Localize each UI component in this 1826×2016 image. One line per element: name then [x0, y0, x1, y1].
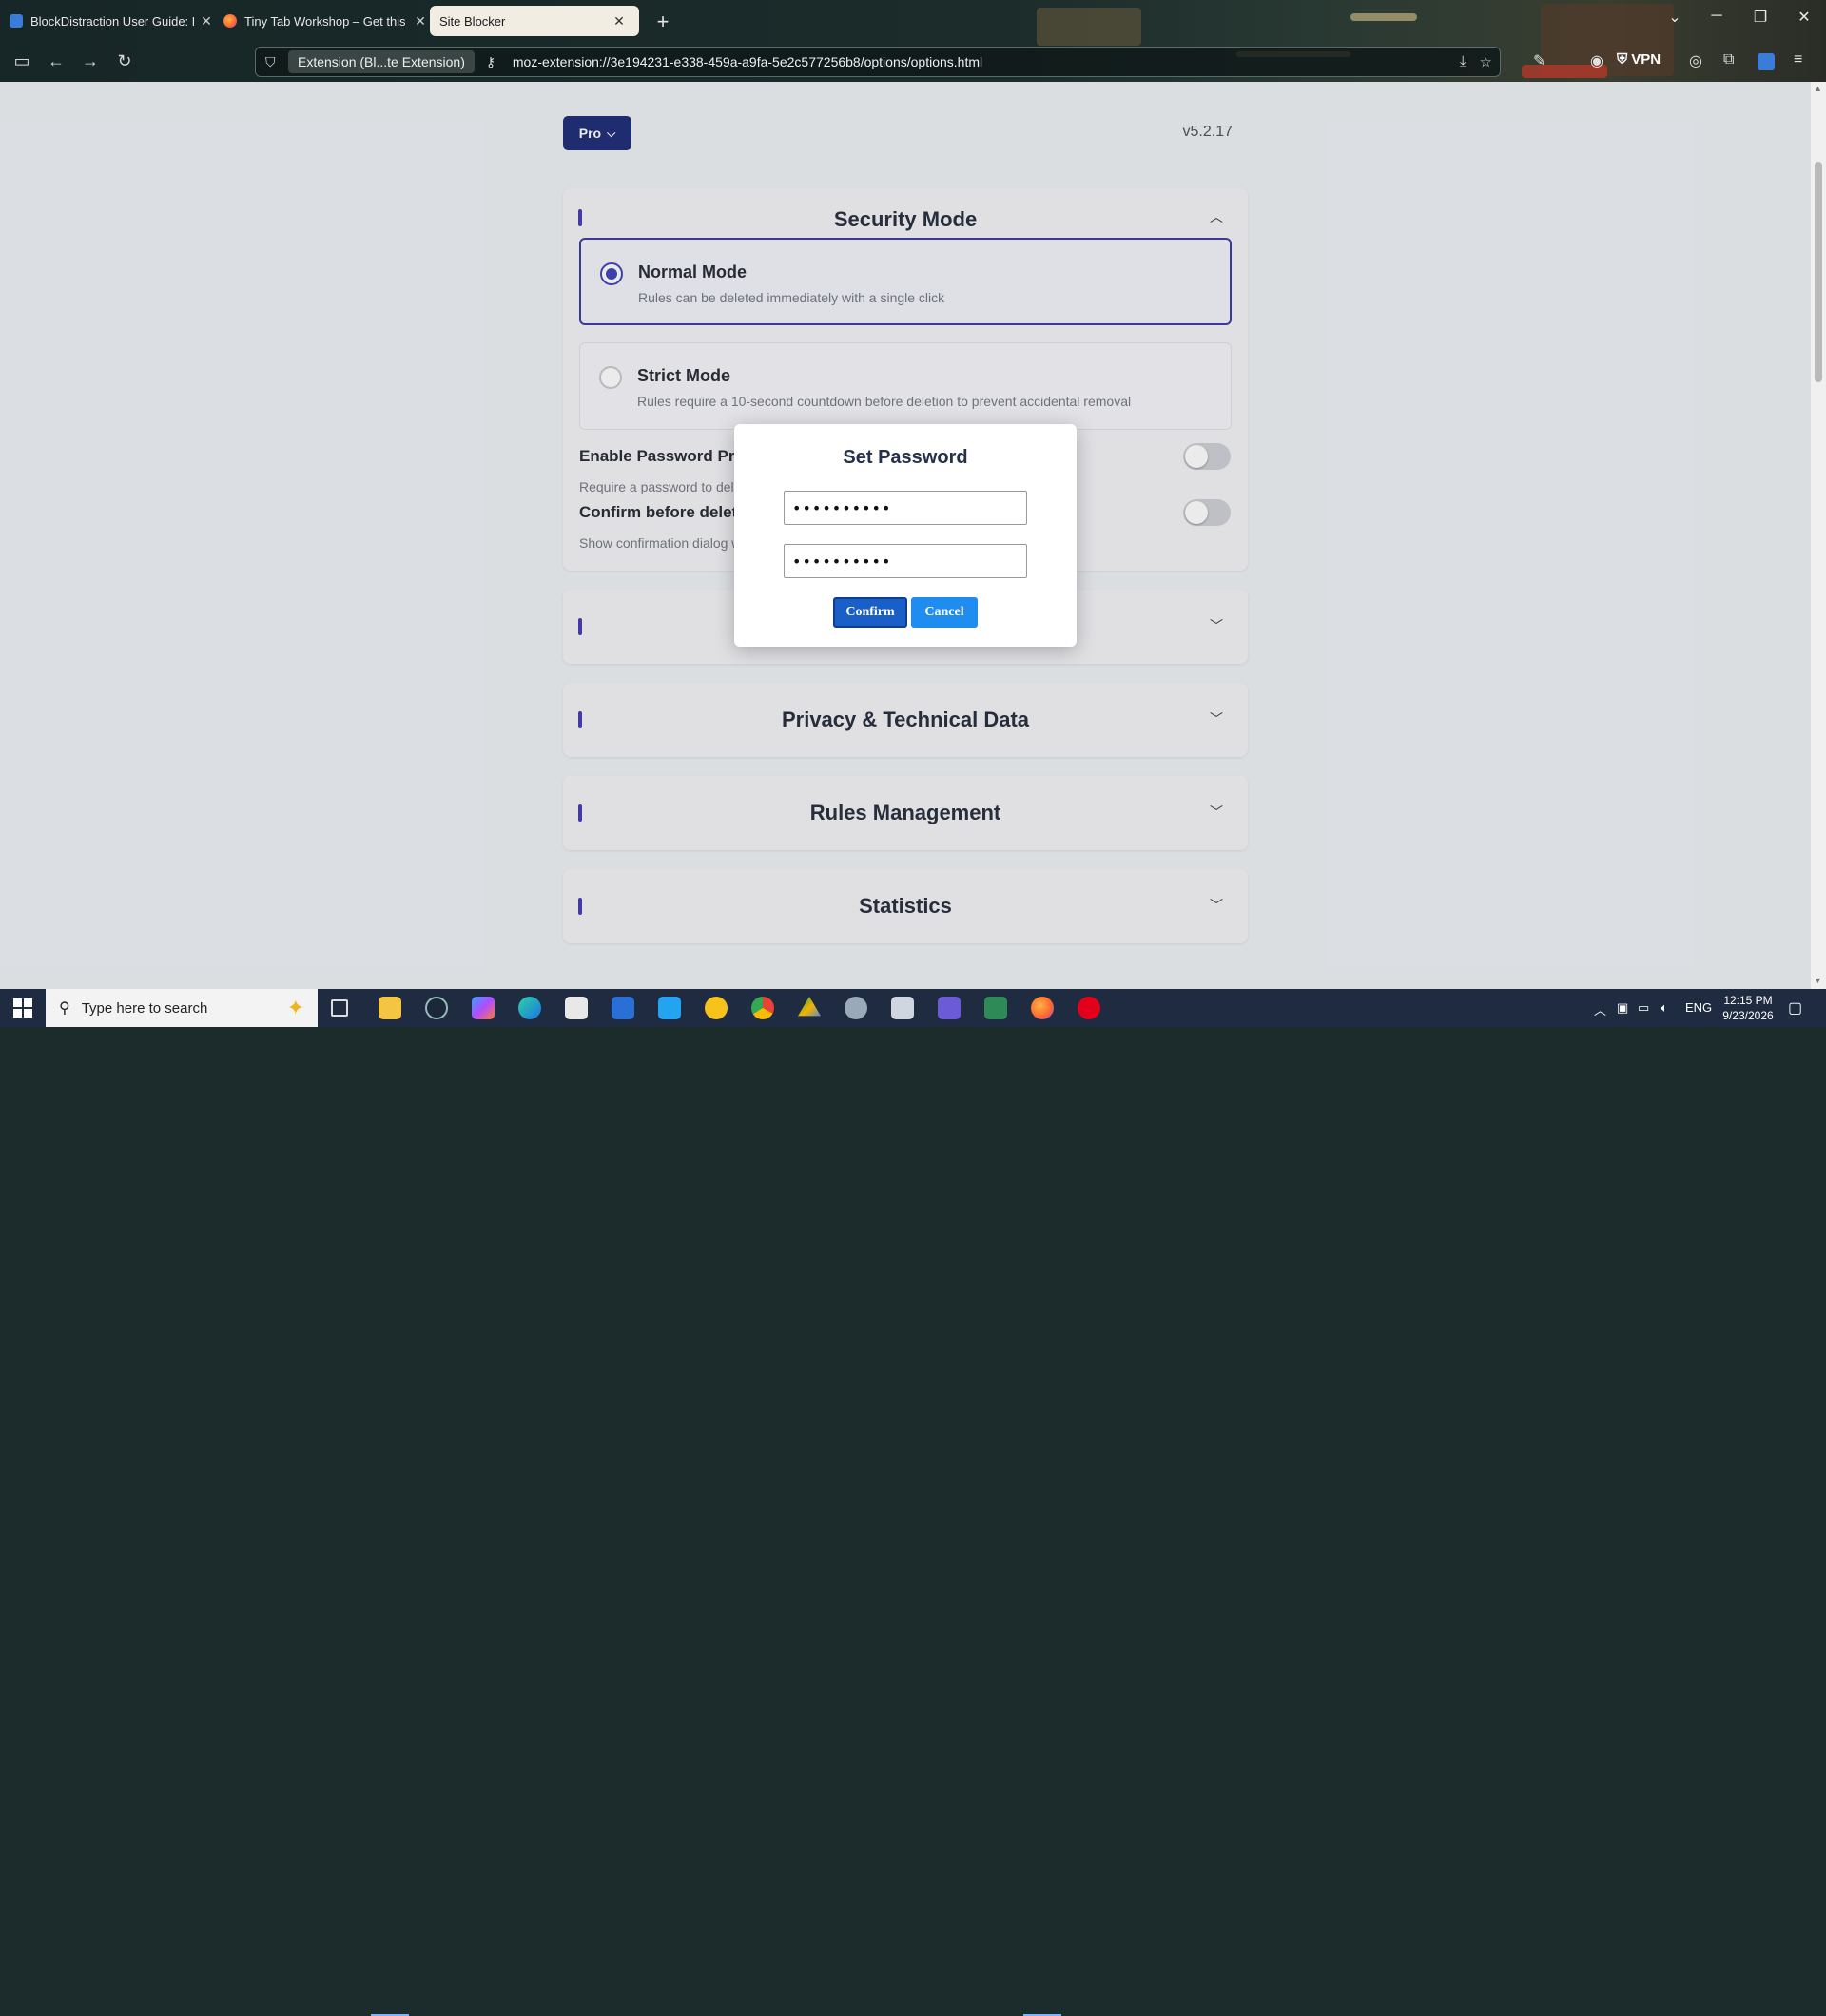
- minimize-icon[interactable]: ─: [1702, 8, 1731, 25]
- password-field[interactable]: ••••••••••: [784, 491, 1027, 525]
- meet-now-icon[interactable]: ▣: [1617, 1000, 1628, 1016]
- new-tab-icon[interactable]: +: [651, 10, 674, 34]
- set-password-dialog: Set Password •••••••••• •••••••••• Confi…: [734, 424, 1077, 647]
- browser-chrome: BlockDistraction User Guide: Ru ✕ Tiny T…: [0, 0, 1826, 82]
- file-explorer-icon[interactable]: [379, 997, 401, 1019]
- volume-icon[interactable]: 🔈︎: [1661, 1000, 1668, 1016]
- tab-blockdistraction-guide[interactable]: BlockDistraction User Guide: Ru ✕: [0, 6, 224, 36]
- chrome-icon[interactable]: [751, 997, 774, 1019]
- steam-icon[interactable]: [425, 997, 448, 1019]
- tools-icon[interactable]: ✎: [1533, 51, 1545, 70]
- firefox-icon[interactable]: [1031, 997, 1054, 1019]
- tab-strip: BlockDistraction User Guide: Ru ✕ Tiny T…: [0, 0, 1826, 41]
- download-icon[interactable]: ⤓: [1460, 53, 1467, 70]
- network-icon[interactable]: ▭: [1638, 1000, 1649, 1016]
- blockdistraction-icon[interactable]: [1758, 53, 1775, 70]
- restore-icon[interactable]: ❐: [1746, 8, 1775, 27]
- vpn-label: VPN: [1631, 51, 1661, 68]
- extensions-puzzle-icon[interactable]: ⧉: [1723, 51, 1734, 68]
- start-tile: [13, 1009, 22, 1018]
- language-indicator[interactable]: ENG: [1685, 1000, 1712, 1015]
- account-icon[interactable]: ◎: [1689, 51, 1702, 70]
- start-tile: [24, 1009, 32, 1018]
- windows-start-icon[interactable]: [13, 998, 32, 1018]
- confirm-password-field[interactable]: ••••••••••: [784, 544, 1027, 578]
- bookmark-star-icon[interactable]: ☆: [1480, 53, 1492, 70]
- tab-site-blocker[interactable]: Site Blocker ✕: [430, 6, 639, 36]
- windows-taskbar: ⚲ Type here to search ✦ ︿ ▣ ▭ 🔈︎ ENG 12:…: [0, 989, 1826, 2016]
- mail-icon[interactable]: [612, 997, 634, 1019]
- key-icon[interactable]: ⚷: [486, 54, 503, 70]
- tab-title: Tiny Tab Workshop – Get this Th: [244, 13, 408, 29]
- tray-chevron-up-icon[interactable]: ︿: [1594, 1000, 1606, 1018]
- taskbar-clock[interactable]: 12:15 PM 9/23/2026: [1712, 993, 1784, 1023]
- extension-mascot-icon[interactable]: ◉: [1590, 51, 1603, 70]
- tab-tiny-tab-workshop[interactable]: Tiny Tab Workshop – Get this Th ✕: [214, 6, 438, 36]
- search-placeholder: Type here to search: [81, 999, 208, 1017]
- notifications-icon[interactable]: ▢: [1788, 998, 1802, 1018]
- blockdistraction-icon: [10, 14, 23, 28]
- scroll-down-icon[interactable]: ▼: [1814, 976, 1822, 985]
- clock-time: 12:15 PM: [1723, 994, 1773, 1007]
- menu-hamburger-icon[interactable]: ≡: [1794, 51, 1802, 68]
- copilot-sparkle-icon[interactable]: ✦: [287, 996, 304, 1020]
- url-text[interactable]: moz-extension://3e194231-e338-459a-a9fa-…: [513, 54, 982, 69]
- start-tile: [13, 998, 22, 1007]
- tab-title: BlockDistraction User Guide: Ru: [30, 13, 194, 29]
- vscode-icon[interactable]: [658, 997, 681, 1019]
- opera-icon[interactable]: [1078, 997, 1100, 1019]
- shield-icon: ⛨: [1617, 51, 1628, 68]
- tab-title: Site Blocker: [439, 13, 506, 29]
- store-icon[interactable]: [565, 997, 588, 1019]
- confirm-button[interactable]: Confirm: [833, 597, 907, 628]
- extension-identity-badge[interactable]: Extension (Bl...te Extension): [288, 50, 475, 73]
- page-scrollbar[interactable]: ▲ ▼: [1811, 82, 1826, 989]
- teams-icon[interactable]: [938, 997, 961, 1019]
- app-yellow-circle-icon[interactable]: [705, 997, 728, 1019]
- search-icon: ⚲: [59, 1000, 70, 1017]
- google-drive-icon[interactable]: [798, 997, 821, 1017]
- scroll-up-icon[interactable]: ▲: [1814, 84, 1822, 93]
- back-icon[interactable]: ←: [44, 51, 68, 71]
- close-icon[interactable]: ✕: [414, 13, 427, 29]
- close-icon[interactable]: ✕: [612, 13, 626, 29]
- calculator-icon[interactable]: [891, 997, 914, 1019]
- taskbar-search-box[interactable]: ⚲ Type here to search ✦: [46, 989, 318, 1027]
- start-tile: [24, 998, 32, 1007]
- app-robot-icon[interactable]: [845, 997, 867, 1019]
- options-page: Pro ⌵ v5.2.17 Security Mode ︿ Normal Mod…: [0, 82, 1811, 989]
- clock-date: 9/23/2026: [1722, 1009, 1774, 1022]
- shield-icon[interactable]: ⛉: [265, 54, 281, 70]
- copilot-icon[interactable]: [472, 997, 495, 1019]
- cancel-button[interactable]: Cancel: [911, 597, 978, 628]
- edge-icon[interactable]: [518, 997, 541, 1019]
- navigation-toolbar: ▭ ← → ↻ ⛉ Extension (Bl...te Extension) …: [0, 44, 1826, 80]
- scrollbar-thumb[interactable]: [1815, 162, 1822, 382]
- notes-app-icon[interactable]: [984, 997, 1007, 1019]
- task-view-icon[interactable]: [331, 999, 348, 1017]
- reload-icon[interactable]: ↻: [112, 51, 137, 71]
- close-icon[interactable]: ✕: [200, 13, 213, 29]
- vpn-button[interactable]: ⛨ VPN: [1617, 51, 1661, 68]
- forward-icon[interactable]: →: [78, 51, 103, 71]
- address-bar[interactable]: ⛉ Extension (Bl...te Extension) ⚷ moz-ex…: [255, 47, 1501, 77]
- dialog-title: Set Password: [843, 447, 968, 468]
- address-bar-actions: ⤓ ☆: [1460, 53, 1492, 70]
- sidebar-toggle-icon[interactable]: ▭: [10, 51, 34, 71]
- tab-list-chevron-icon[interactable]: ⌄: [1661, 8, 1689, 27]
- window-close-icon[interactable]: ✕: [1790, 8, 1818, 27]
- firefox-icon: [223, 14, 237, 28]
